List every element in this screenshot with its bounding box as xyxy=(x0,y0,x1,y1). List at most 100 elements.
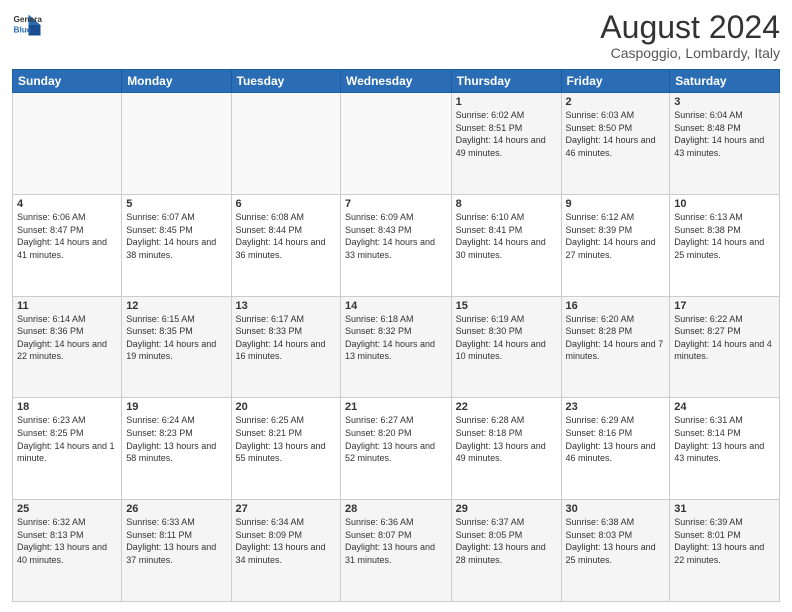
calendar-cell: 29Sunrise: 6:37 AM Sunset: 8:05 PM Dayli… xyxy=(451,500,561,602)
title-location: Caspoggio, Lombardy, Italy xyxy=(600,45,780,61)
day-info: Sunrise: 6:29 AM Sunset: 8:16 PM Dayligh… xyxy=(566,414,666,464)
calendar-cell: 24Sunrise: 6:31 AM Sunset: 8:14 PM Dayli… xyxy=(670,398,780,500)
day-info: Sunrise: 6:18 AM Sunset: 8:32 PM Dayligh… xyxy=(345,313,447,363)
col-friday: Friday xyxy=(561,70,670,93)
day-number: 13 xyxy=(236,300,336,312)
day-info: Sunrise: 6:15 AM Sunset: 8:35 PM Dayligh… xyxy=(126,313,226,363)
day-info: Sunrise: 6:03 AM Sunset: 8:50 PM Dayligh… xyxy=(566,109,666,159)
day-number: 20 xyxy=(236,401,336,413)
day-info: Sunrise: 6:24 AM Sunset: 8:23 PM Dayligh… xyxy=(126,414,226,464)
logo: General Blue xyxy=(12,10,42,40)
day-number: 15 xyxy=(456,300,557,312)
calendar-cell: 1Sunrise: 6:02 AM Sunset: 8:51 PM Daylig… xyxy=(451,93,561,195)
calendar-cell: 16Sunrise: 6:20 AM Sunset: 8:28 PM Dayli… xyxy=(561,296,670,398)
day-info: Sunrise: 6:27 AM Sunset: 8:20 PM Dayligh… xyxy=(345,414,447,464)
page: General Blue August 2024 Caspoggio, Lomb… xyxy=(0,0,792,612)
calendar-cell: 5Sunrise: 6:07 AM Sunset: 8:45 PM Daylig… xyxy=(122,194,231,296)
calendar-cell: 12Sunrise: 6:15 AM Sunset: 8:35 PM Dayli… xyxy=(122,296,231,398)
calendar-cell: 4Sunrise: 6:06 AM Sunset: 8:47 PM Daylig… xyxy=(13,194,122,296)
calendar-cell: 28Sunrise: 6:36 AM Sunset: 8:07 PM Dayli… xyxy=(340,500,451,602)
svg-text:Blue: Blue xyxy=(14,26,32,35)
day-number: 25 xyxy=(17,503,117,515)
calendar-cell: 11Sunrise: 6:14 AM Sunset: 8:36 PM Dayli… xyxy=(13,296,122,398)
calendar-cell: 6Sunrise: 6:08 AM Sunset: 8:44 PM Daylig… xyxy=(231,194,340,296)
day-number: 6 xyxy=(236,198,336,210)
col-wednesday: Wednesday xyxy=(340,70,451,93)
calendar-cell: 13Sunrise: 6:17 AM Sunset: 8:33 PM Dayli… xyxy=(231,296,340,398)
day-number: 28 xyxy=(345,503,447,515)
day-info: Sunrise: 6:06 AM Sunset: 8:47 PM Dayligh… xyxy=(17,211,117,261)
title-month: August 2024 xyxy=(600,10,780,45)
calendar-cell: 31Sunrise: 6:39 AM Sunset: 8:01 PM Dayli… xyxy=(670,500,780,602)
svg-text:General: General xyxy=(14,15,43,24)
day-info: Sunrise: 6:23 AM Sunset: 8:25 PM Dayligh… xyxy=(17,414,117,464)
col-sunday: Sunday xyxy=(13,70,122,93)
calendar-cell: 21Sunrise: 6:27 AM Sunset: 8:20 PM Dayli… xyxy=(340,398,451,500)
calendar-cell xyxy=(340,93,451,195)
calendar-cell: 30Sunrise: 6:38 AM Sunset: 8:03 PM Dayli… xyxy=(561,500,670,602)
day-info: Sunrise: 6:34 AM Sunset: 8:09 PM Dayligh… xyxy=(236,516,336,566)
day-number: 30 xyxy=(566,503,666,515)
day-number: 21 xyxy=(345,401,447,413)
day-info: Sunrise: 6:19 AM Sunset: 8:30 PM Dayligh… xyxy=(456,313,557,363)
day-number: 27 xyxy=(236,503,336,515)
day-number: 11 xyxy=(17,300,117,312)
day-info: Sunrise: 6:07 AM Sunset: 8:45 PM Dayligh… xyxy=(126,211,226,261)
calendar-cell: 9Sunrise: 6:12 AM Sunset: 8:39 PM Daylig… xyxy=(561,194,670,296)
calendar-cell: 23Sunrise: 6:29 AM Sunset: 8:16 PM Dayli… xyxy=(561,398,670,500)
col-saturday: Saturday xyxy=(670,70,780,93)
day-number: 1 xyxy=(456,96,557,108)
col-tuesday: Tuesday xyxy=(231,70,340,93)
calendar-cell: 15Sunrise: 6:19 AM Sunset: 8:30 PM Dayli… xyxy=(451,296,561,398)
calendar-cell: 3Sunrise: 6:04 AM Sunset: 8:48 PM Daylig… xyxy=(670,93,780,195)
logo-icon: General Blue xyxy=(12,10,42,40)
day-info: Sunrise: 6:33 AM Sunset: 8:11 PM Dayligh… xyxy=(126,516,226,566)
calendar-week-4: 25Sunrise: 6:32 AM Sunset: 8:13 PM Dayli… xyxy=(13,500,780,602)
calendar-week-2: 11Sunrise: 6:14 AM Sunset: 8:36 PM Dayli… xyxy=(13,296,780,398)
day-info: Sunrise: 6:08 AM Sunset: 8:44 PM Dayligh… xyxy=(236,211,336,261)
calendar-cell: 17Sunrise: 6:22 AM Sunset: 8:27 PM Dayli… xyxy=(670,296,780,398)
calendar-cell: 14Sunrise: 6:18 AM Sunset: 8:32 PM Dayli… xyxy=(340,296,451,398)
day-info: Sunrise: 6:39 AM Sunset: 8:01 PM Dayligh… xyxy=(674,516,775,566)
day-info: Sunrise: 6:02 AM Sunset: 8:51 PM Dayligh… xyxy=(456,109,557,159)
day-info: Sunrise: 6:38 AM Sunset: 8:03 PM Dayligh… xyxy=(566,516,666,566)
day-number: 8 xyxy=(456,198,557,210)
calendar-week-3: 18Sunrise: 6:23 AM Sunset: 8:25 PM Dayli… xyxy=(13,398,780,500)
calendar-cell xyxy=(231,93,340,195)
day-number: 23 xyxy=(566,401,666,413)
day-number: 26 xyxy=(126,503,226,515)
calendar-cell: 19Sunrise: 6:24 AM Sunset: 8:23 PM Dayli… xyxy=(122,398,231,500)
calendar-cell: 8Sunrise: 6:10 AM Sunset: 8:41 PM Daylig… xyxy=(451,194,561,296)
day-number: 31 xyxy=(674,503,775,515)
calendar-cell: 18Sunrise: 6:23 AM Sunset: 8:25 PM Dayli… xyxy=(13,398,122,500)
calendar-cell xyxy=(122,93,231,195)
day-number: 12 xyxy=(126,300,226,312)
day-number: 9 xyxy=(566,198,666,210)
calendar-table: Sunday Monday Tuesday Wednesday Thursday… xyxy=(12,69,780,602)
day-info: Sunrise: 6:20 AM Sunset: 8:28 PM Dayligh… xyxy=(566,313,666,363)
day-info: Sunrise: 6:17 AM Sunset: 8:33 PM Dayligh… xyxy=(236,313,336,363)
calendar-cell: 10Sunrise: 6:13 AM Sunset: 8:38 PM Dayli… xyxy=(670,194,780,296)
day-info: Sunrise: 6:14 AM Sunset: 8:36 PM Dayligh… xyxy=(17,313,117,363)
day-number: 4 xyxy=(17,198,117,210)
calendar-cell: 26Sunrise: 6:33 AM Sunset: 8:11 PM Dayli… xyxy=(122,500,231,602)
header: General Blue August 2024 Caspoggio, Lomb… xyxy=(12,10,780,61)
day-number: 18 xyxy=(17,401,117,413)
calendar-cell xyxy=(13,93,122,195)
day-number: 17 xyxy=(674,300,775,312)
day-number: 5 xyxy=(126,198,226,210)
day-info: Sunrise: 6:22 AM Sunset: 8:27 PM Dayligh… xyxy=(674,313,775,363)
day-info: Sunrise: 6:28 AM Sunset: 8:18 PM Dayligh… xyxy=(456,414,557,464)
calendar-cell: 27Sunrise: 6:34 AM Sunset: 8:09 PM Dayli… xyxy=(231,500,340,602)
calendar-cell: 2Sunrise: 6:03 AM Sunset: 8:50 PM Daylig… xyxy=(561,93,670,195)
day-number: 10 xyxy=(674,198,775,210)
day-info: Sunrise: 6:04 AM Sunset: 8:48 PM Dayligh… xyxy=(674,109,775,159)
calendar-cell: 25Sunrise: 6:32 AM Sunset: 8:13 PM Dayli… xyxy=(13,500,122,602)
day-info: Sunrise: 6:31 AM Sunset: 8:14 PM Dayligh… xyxy=(674,414,775,464)
day-info: Sunrise: 6:32 AM Sunset: 8:13 PM Dayligh… xyxy=(17,516,117,566)
day-number: 24 xyxy=(674,401,775,413)
day-number: 19 xyxy=(126,401,226,413)
calendar-week-1: 4Sunrise: 6:06 AM Sunset: 8:47 PM Daylig… xyxy=(13,194,780,296)
title-block: August 2024 Caspoggio, Lombardy, Italy xyxy=(600,10,780,61)
day-number: 3 xyxy=(674,96,775,108)
